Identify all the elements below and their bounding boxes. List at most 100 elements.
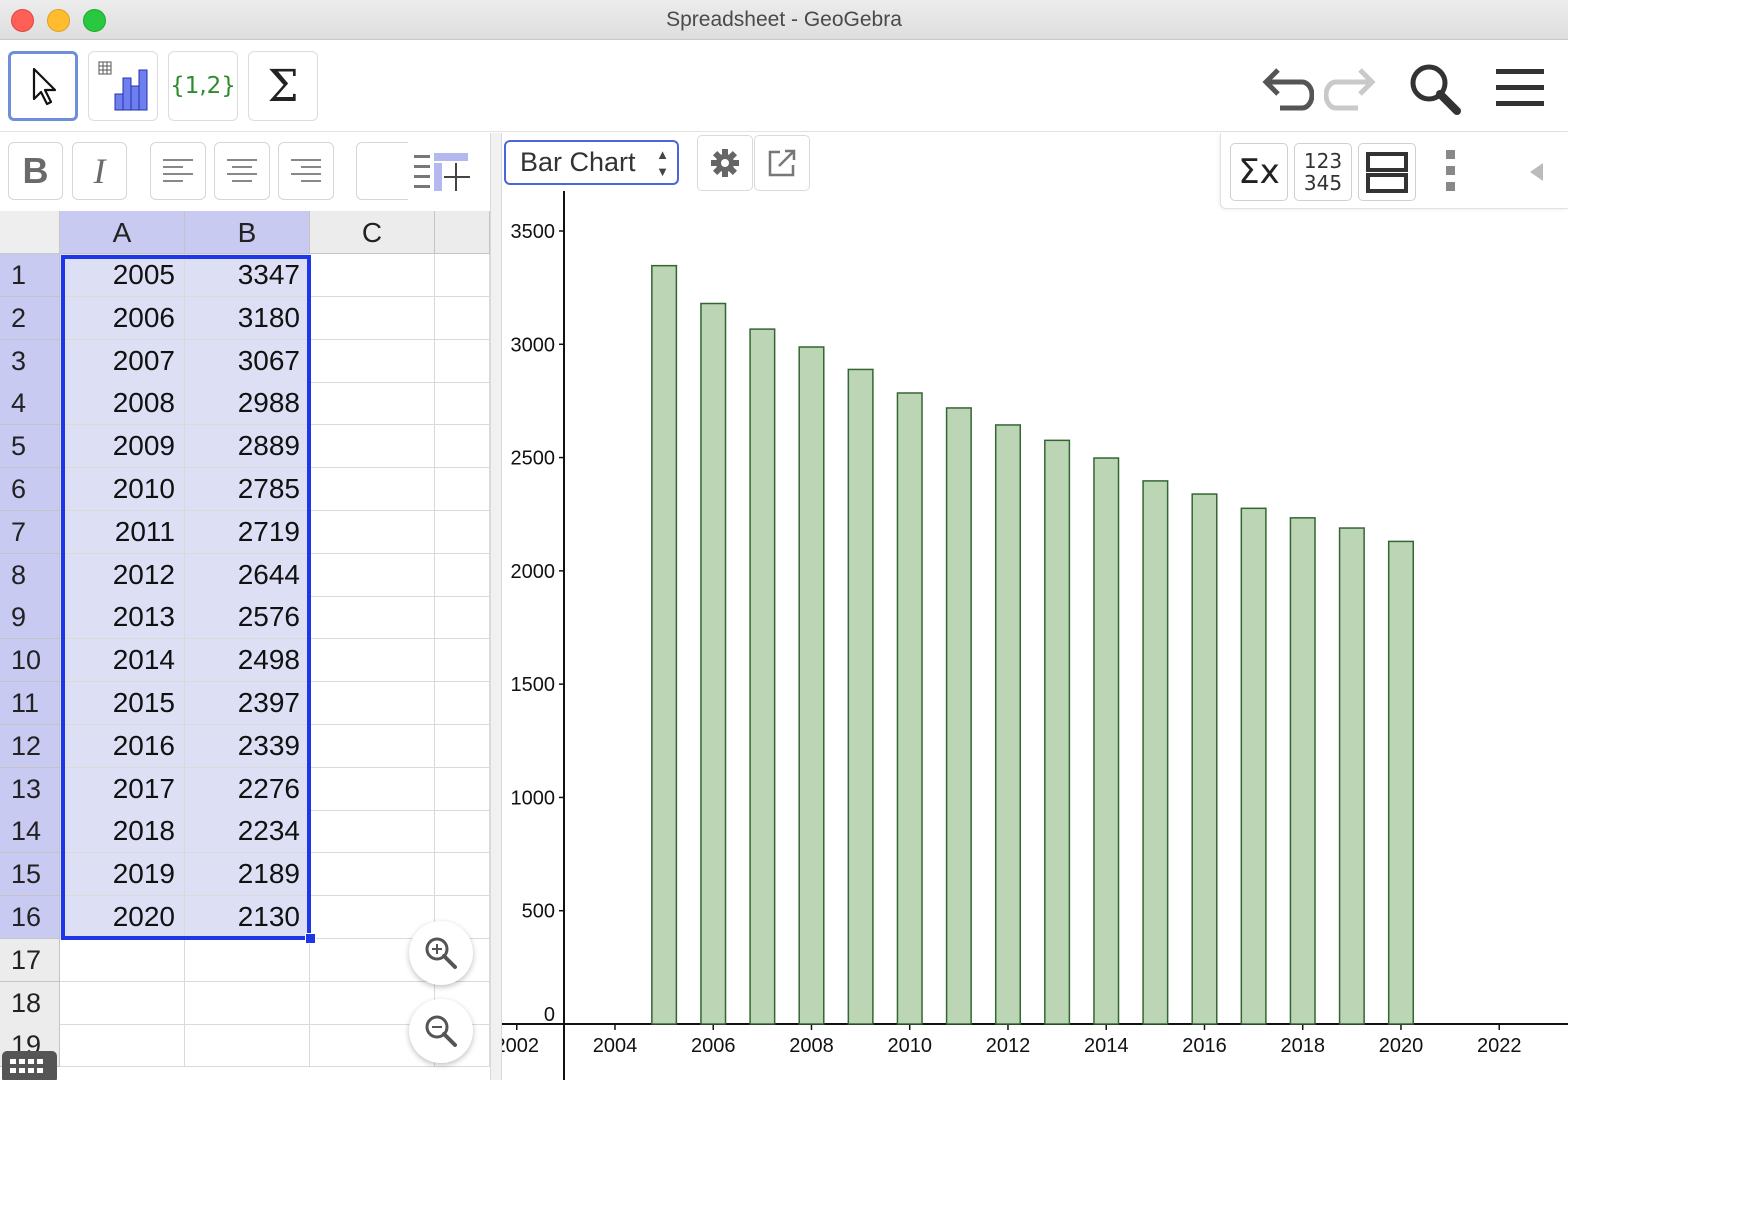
cell-d[interactable] [435,254,490,297]
row-header[interactable]: 7 [0,510,60,554]
cell-c[interactable] [310,339,435,383]
view-splitter[interactable] [490,133,502,1080]
cell-a[interactable] [60,1024,185,1068]
cell-b[interactable]: 3067 [185,339,310,383]
sum-tool-button[interactable]: Σ [248,51,318,121]
cell-b[interactable]: 2276 [185,767,310,811]
show-input-bar-button[interactable] [412,149,472,195]
cell-b[interactable]: 2988 [185,382,310,426]
cell-d[interactable] [435,382,490,426]
column-header-a[interactable]: A [60,211,185,254]
column-header-c[interactable]: C [310,211,435,254]
row-header[interactable]: 14 [0,810,60,854]
undo-button[interactable] [1256,58,1316,118]
cell-a[interactable]: 2012 [60,553,185,597]
cell-c[interactable] [310,254,435,297]
row-header[interactable]: 10 [0,639,60,683]
cell-d[interactable] [435,767,490,811]
cell-c[interactable] [310,853,435,897]
cell-b[interactable] [185,938,310,982]
row-header[interactable]: 12 [0,724,60,768]
cell-b[interactable]: 2339 [185,724,310,768]
cell-a[interactable] [60,938,185,982]
cell-d[interactable] [435,682,490,725]
row-header[interactable]: 1 [0,254,60,297]
row-header[interactable]: 5 [0,425,60,469]
cell-b[interactable]: 2397 [185,682,310,725]
cell-b[interactable]: 2785 [185,468,310,511]
cell-a[interactable]: 2019 [60,853,185,897]
cell-b[interactable]: 2719 [185,510,310,554]
cell-a[interactable]: 2013 [60,596,185,640]
cell-b[interactable]: 3180 [185,296,310,340]
cell-b[interactable] [185,1024,310,1068]
italic-button[interactable]: I [72,142,127,200]
row-header[interactable]: 4 [0,382,60,426]
cell-b[interactable]: 2889 [185,425,310,469]
row-header[interactable]: 11 [0,682,60,725]
more-options-button[interactable] [1443,147,1459,195]
row-header[interactable]: 15 [0,853,60,897]
cell-d[interactable] [435,553,490,597]
cell-b[interactable]: 2644 [185,553,310,597]
move-tool-button[interactable] [8,51,78,121]
row-header[interactable]: 3 [0,339,60,383]
show-second-plot-button[interactable] [1358,143,1416,201]
cell-a[interactable]: 2020 [60,896,185,939]
row-header[interactable]: 18 [0,981,60,1025]
show-statistics-button[interactable]: Σx [1230,143,1288,201]
cell-a[interactable]: 2011 [60,510,185,554]
bar-chart-graphic[interactable]: 0 500 1000 1500 2000 2500 3000 3500 2002 2004 2006… [502,133,1568,1080]
cell-b[interactable]: 2130 [185,896,310,939]
main-menu-button[interactable] [1490,58,1550,118]
column-header-b[interactable]: B [185,211,310,254]
virtual-keyboard-button[interactable] [2,1051,57,1080]
cell-b[interactable]: 2576 [185,596,310,640]
cell-c[interactable] [310,296,435,340]
row-header[interactable]: 9 [0,596,60,640]
cell-d[interactable] [435,810,490,854]
cell-c[interactable] [310,510,435,554]
cell-d[interactable] [435,510,490,554]
one-variable-analysis-tool-button[interactable] [88,51,158,121]
cell-a[interactable] [60,981,185,1025]
cell-b[interactable]: 3347 [185,254,310,297]
row-header[interactable]: 2 [0,296,60,340]
column-header-d[interactable] [435,211,490,254]
zoom-in-button[interactable] [409,921,473,985]
cell-d[interactable] [435,853,490,897]
selection-drag-handle[interactable] [305,933,316,944]
cell-c[interactable] [310,810,435,854]
collapse-style-bar-button[interactable] [1527,161,1547,183]
align-center-button[interactable] [214,142,270,200]
cell-d[interactable] [435,596,490,640]
search-button[interactable] [1404,58,1464,118]
cell-b[interactable]: 2189 [185,853,310,897]
redo-button[interactable] [1322,58,1382,118]
row-header[interactable]: 13 [0,767,60,811]
cell-a[interactable]: 2016 [60,724,185,768]
cell-d[interactable] [435,639,490,683]
cell-d[interactable] [435,724,490,768]
background-color-button[interactable] [356,142,408,200]
cell-d[interactable] [435,468,490,511]
cell-a[interactable]: 2007 [60,339,185,383]
cell-c[interactable] [310,724,435,768]
cell-c[interactable] [310,682,435,725]
cell-b[interactable]: 2498 [185,639,310,683]
cell-c[interactable] [310,639,435,683]
create-list-tool-button[interactable]: {1,2} [168,51,238,121]
cell-d[interactable] [435,425,490,469]
cell-a[interactable]: 2010 [60,468,185,511]
cell-d[interactable] [435,339,490,383]
cell-d[interactable] [435,296,490,340]
row-header[interactable]: 16 [0,896,60,939]
cell-a[interactable]: 2017 [60,767,185,811]
select-all-corner[interactable] [0,211,60,254]
cell-c[interactable] [310,767,435,811]
row-header[interactable]: 6 [0,468,60,511]
align-right-button[interactable] [278,142,334,200]
align-left-button[interactable] [150,142,206,200]
cell-a[interactable]: 2014 [60,639,185,683]
show-data-button[interactable]: 123 345 [1294,143,1352,201]
